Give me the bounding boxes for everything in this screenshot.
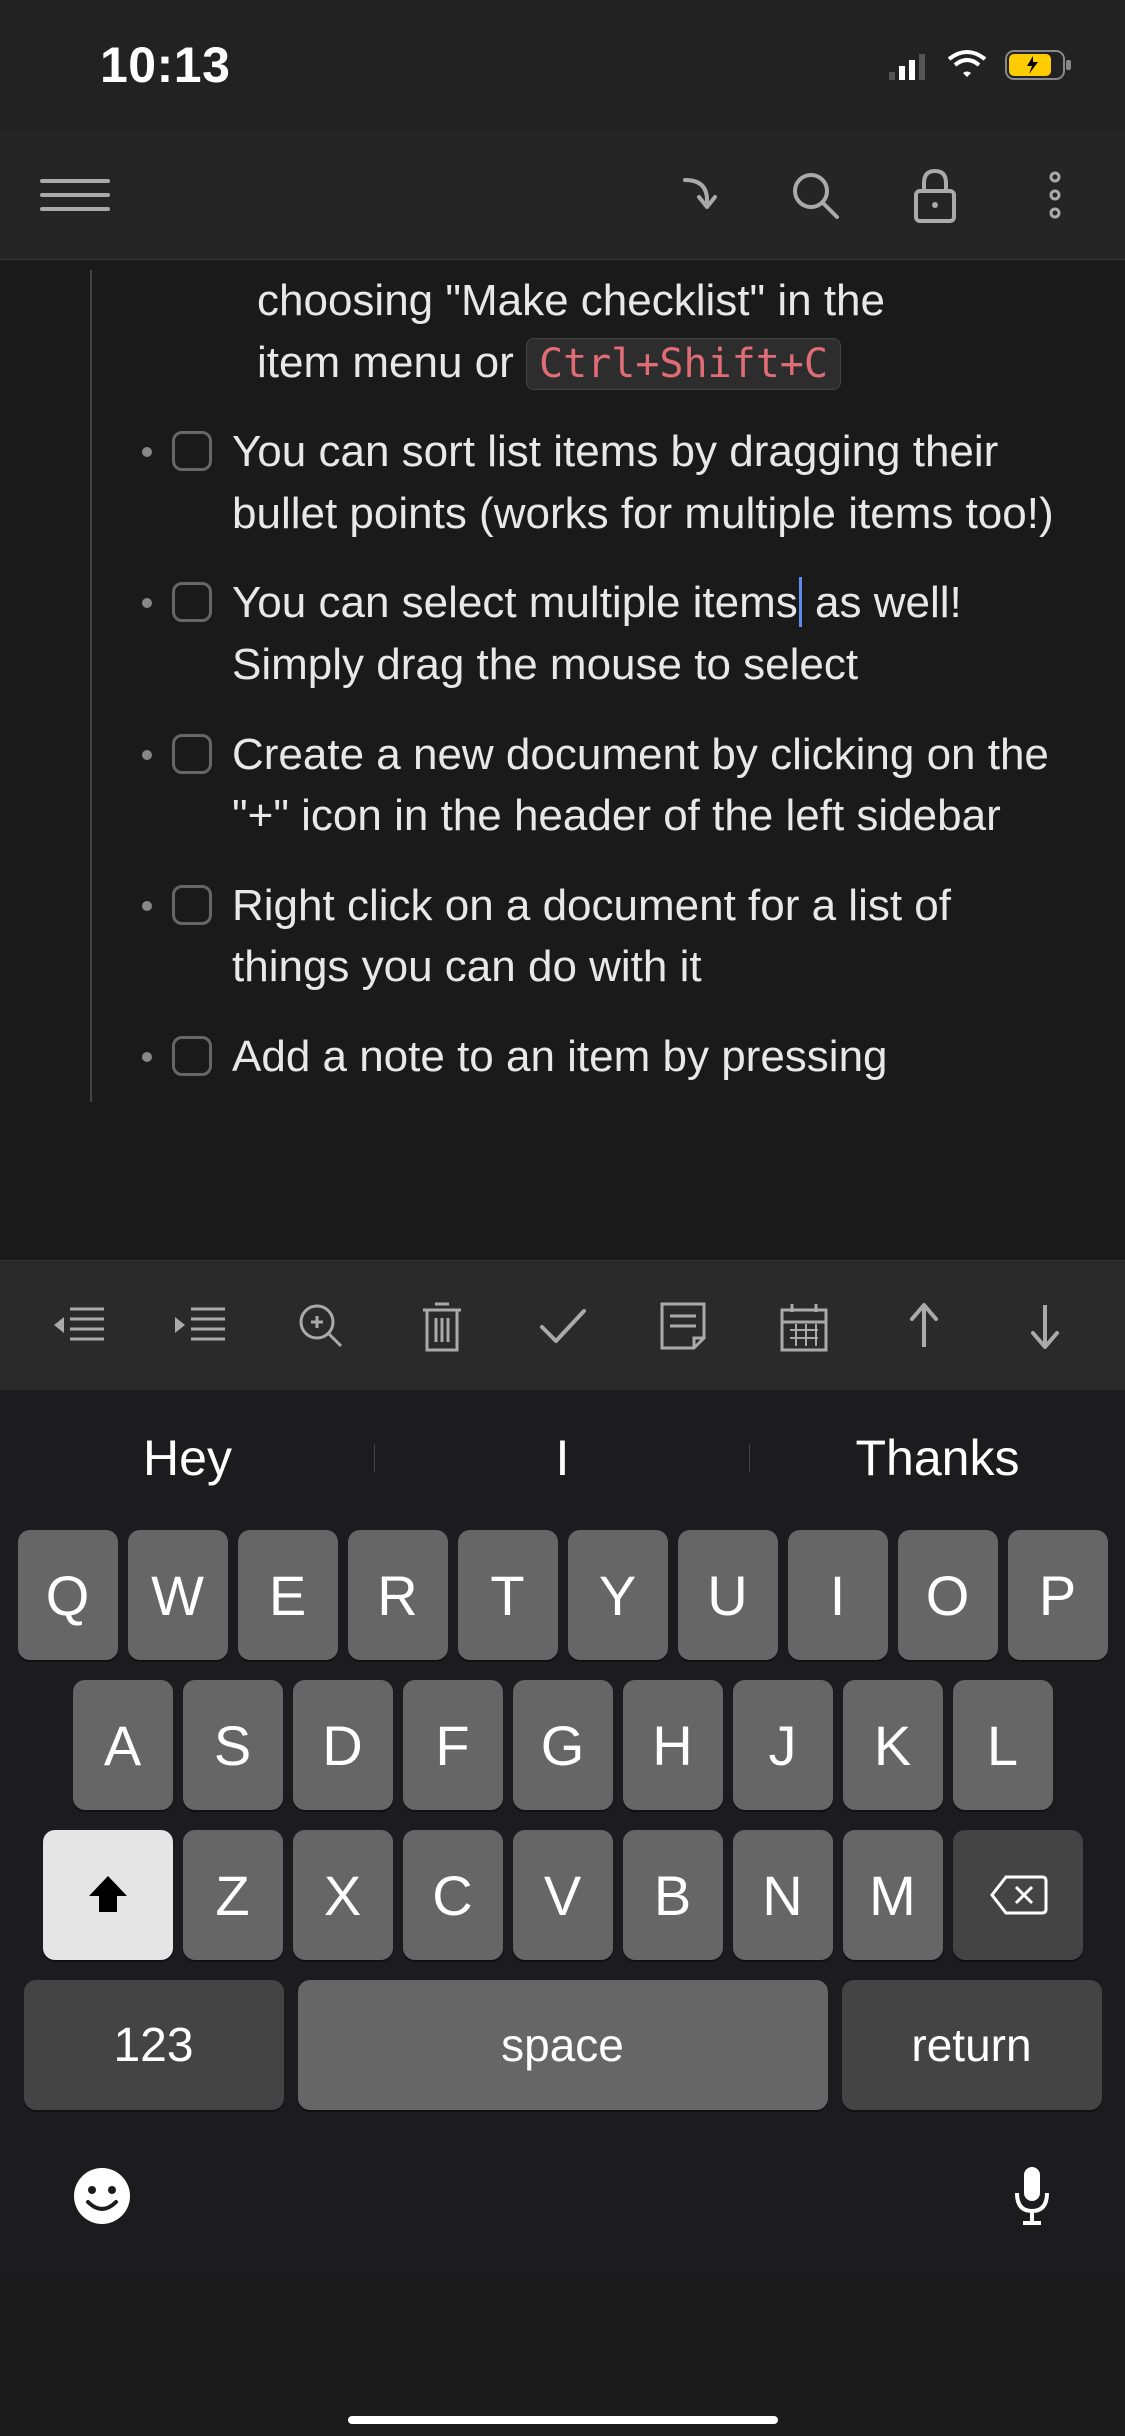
calendar-button[interactable] xyxy=(764,1286,844,1366)
more-options-button[interactable] xyxy=(1025,165,1085,225)
note-button[interactable] xyxy=(643,1286,723,1366)
keyboard: Hey I Thanks Q W E R T Y U I O P A S D F… xyxy=(0,1390,1125,2278)
suggestion[interactable]: I xyxy=(375,1429,750,1487)
keyboard-suggestions: Hey I Thanks xyxy=(0,1398,1125,1518)
battery-charging-icon xyxy=(1005,48,1075,82)
backspace-key[interactable] xyxy=(953,1830,1083,1960)
bullet-icon[interactable] xyxy=(142,598,152,608)
bullet-icon[interactable] xyxy=(142,1052,152,1062)
list-item[interactable]: You can sort list items by dragging thei… xyxy=(92,407,1085,558)
bullet-icon[interactable] xyxy=(142,447,152,457)
checkbox[interactable] xyxy=(172,582,212,622)
home-indicator[interactable] xyxy=(348,2416,778,2424)
key-m[interactable]: M xyxy=(843,1830,943,1960)
shift-key[interactable] xyxy=(43,1830,173,1960)
undo-button[interactable] xyxy=(665,165,725,225)
list-item-text[interactable]: You can select multiple items as well! S… xyxy=(232,572,1085,695)
checkbox[interactable] xyxy=(172,734,212,774)
space-key[interactable]: space xyxy=(298,1980,828,2110)
status-bar: 10:13 xyxy=(0,0,1125,130)
key-t[interactable]: T xyxy=(458,1530,558,1660)
key-g[interactable]: G xyxy=(513,1680,613,1810)
key-s[interactable]: S xyxy=(183,1680,283,1810)
key-c[interactable]: C xyxy=(403,1830,503,1960)
suggestion[interactable]: Hey xyxy=(0,1429,375,1487)
key-u[interactable]: U xyxy=(678,1530,778,1660)
list-item[interactable]: You can select multiple items as well! S… xyxy=(92,558,1085,709)
note-content[interactable]: choosing "Make checklist" in the item me… xyxy=(0,260,1125,1260)
complete-button[interactable] xyxy=(522,1286,602,1366)
return-key[interactable]: return xyxy=(842,1980,1102,2110)
key-a[interactable]: A xyxy=(73,1680,173,1810)
list-item[interactable]: Right click on a document for a list of … xyxy=(92,861,1085,1012)
indent-button[interactable] xyxy=(161,1286,241,1366)
key-w[interactable]: W xyxy=(128,1530,228,1660)
list-item-text[interactable]: Create a new document by clicking on the… xyxy=(232,724,1085,847)
menu-button[interactable] xyxy=(40,179,110,211)
suggestion[interactable]: Thanks xyxy=(750,1429,1125,1487)
dictation-button[interactable] xyxy=(1009,2163,1055,2234)
search-button[interactable] xyxy=(785,165,845,225)
checkbox[interactable] xyxy=(172,431,212,471)
emoji-button[interactable] xyxy=(70,2164,134,2233)
key-e[interactable]: E xyxy=(238,1530,338,1660)
list-item[interactable]: Add a note to an item by pressing xyxy=(92,1012,1085,1102)
app-header xyxy=(0,130,1125,260)
key-x[interactable]: X xyxy=(293,1830,393,1960)
lock-button[interactable] xyxy=(905,165,965,225)
list-item-text[interactable]: Add a note to an item by pressing xyxy=(232,1026,1085,1088)
status-time: 10:13 xyxy=(100,36,230,94)
key-y[interactable]: Y xyxy=(568,1530,668,1660)
cellular-signal-icon xyxy=(889,50,929,80)
wifi-icon xyxy=(945,49,989,81)
checkbox[interactable] xyxy=(172,1036,212,1076)
editor-toolbar xyxy=(0,1260,1125,1390)
key-v[interactable]: V xyxy=(513,1830,613,1960)
numbers-key[interactable]: 123 xyxy=(24,1980,284,2110)
key-z[interactable]: Z xyxy=(183,1830,283,1960)
key-l[interactable]: L xyxy=(953,1680,1053,1810)
key-h[interactable]: H xyxy=(623,1680,723,1810)
status-indicators xyxy=(889,48,1075,82)
text-cursor xyxy=(799,577,802,627)
list-item-text[interactable]: choosing "Make checklist" in the item me… xyxy=(257,270,1085,393)
bullet-icon[interactable] xyxy=(142,750,152,760)
key-o[interactable]: O xyxy=(898,1530,998,1660)
key-b[interactable]: B xyxy=(623,1830,723,1960)
key-j[interactable]: J xyxy=(733,1680,833,1810)
key-k[interactable]: K xyxy=(843,1680,943,1810)
key-i[interactable]: I xyxy=(788,1530,888,1660)
list-item[interactable]: Create a new document by clicking on the… xyxy=(92,710,1085,861)
key-f[interactable]: F xyxy=(403,1680,503,1810)
list-item-text[interactable]: You can sort list items by dragging thei… xyxy=(232,421,1085,544)
checkbox[interactable] xyxy=(172,885,212,925)
key-q[interactable]: Q xyxy=(18,1530,118,1660)
outdent-button[interactable] xyxy=(40,1286,120,1366)
bullet-icon[interactable] xyxy=(142,901,152,911)
move-down-button[interactable] xyxy=(1005,1286,1085,1366)
key-n[interactable]: N xyxy=(733,1830,833,1960)
keyboard-shortcut-badge: Ctrl+Shift+C xyxy=(526,338,841,390)
zoom-in-button[interactable] xyxy=(281,1286,361,1366)
move-up-button[interactable] xyxy=(884,1286,964,1366)
trash-button[interactable] xyxy=(402,1286,482,1366)
key-d[interactable]: D xyxy=(293,1680,393,1810)
list-item-text[interactable]: Right click on a document for a list of … xyxy=(232,875,1085,998)
key-p[interactable]: P xyxy=(1008,1530,1108,1660)
key-r[interactable]: R xyxy=(348,1530,448,1660)
